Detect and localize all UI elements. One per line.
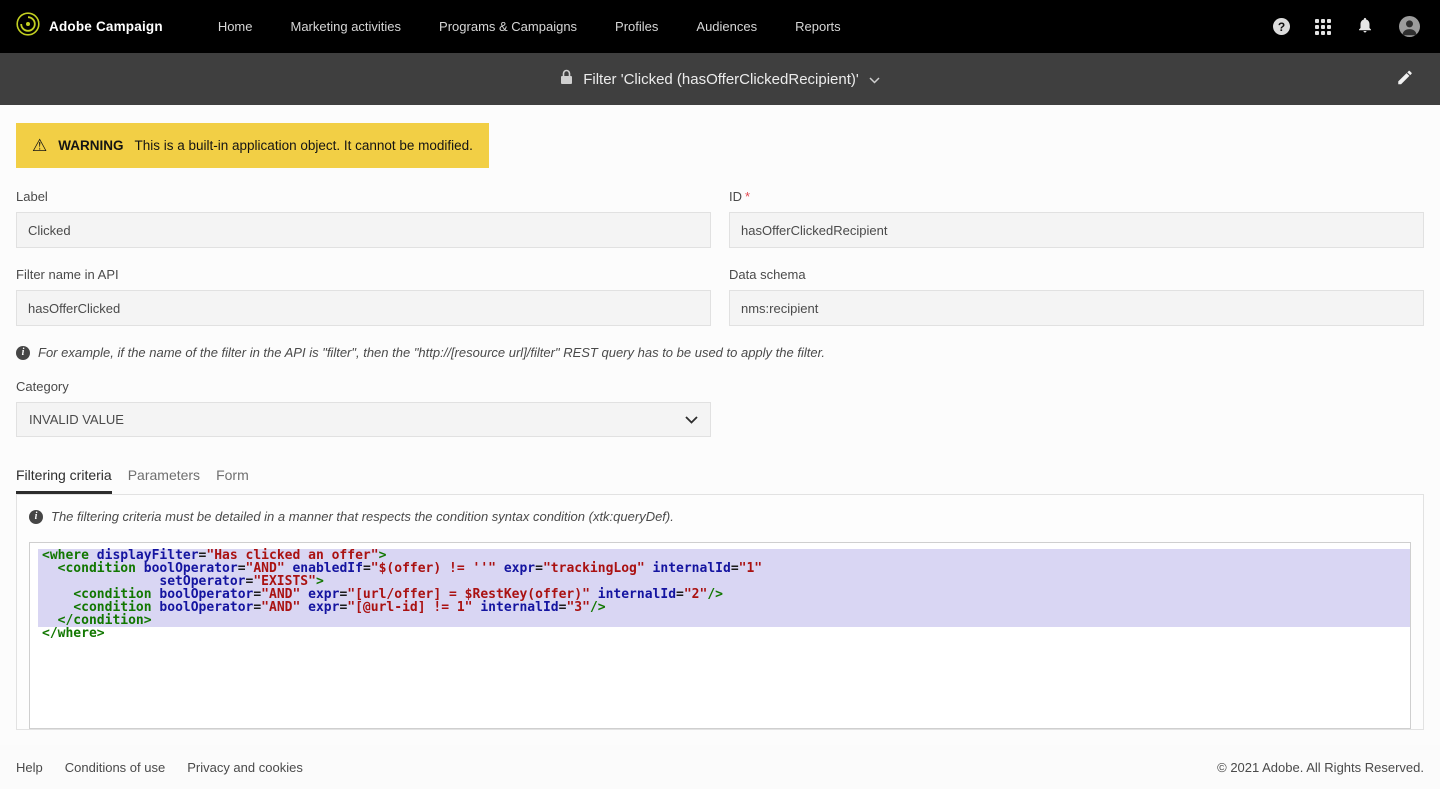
id-field-label: ID* <box>729 189 1424 204</box>
user-avatar-icon <box>1399 16 1420 37</box>
chevron-down-icon <box>685 412 698 427</box>
footer-link-conditions-of-use[interactable]: Conditions of use <box>65 760 165 775</box>
tab-filtering-criteria[interactable]: Filtering criteria <box>16 463 112 494</box>
code-line: </where> <box>38 627 1410 640</box>
code-editor[interactable]: <where displayFilter="Has clicked an off… <box>29 542 1411 729</box>
warning-banner: ⚠ WARNING This is a built-in application… <box>16 123 489 168</box>
nav-item-programs-campaigns[interactable]: Programs & Campaigns <box>439 19 577 34</box>
footer-links: Help Conditions of use Privacy and cookies <box>16 760 303 775</box>
lock-icon <box>560 69 573 89</box>
data-schema-field: Data schema <box>729 267 1424 326</box>
data-schema-input[interactable] <box>729 290 1424 326</box>
nav-item-profiles[interactable]: Profiles <box>615 19 658 34</box>
data-schema-field-label: Data schema <box>729 267 1424 282</box>
nav-item-home[interactable]: Home <box>218 19 253 34</box>
bell-icon <box>1356 16 1374 37</box>
required-asterisk: * <box>745 189 750 204</box>
api-note-text: For example, if the name of the filter i… <box>38 345 825 360</box>
criteria-note: i The filtering criteria must be detaile… <box>29 509 1411 524</box>
filtering-criteria-panel: i The filtering criteria must be detaile… <box>16 494 1424 730</box>
api-name-field: Filter name in API <box>16 267 711 326</box>
help-icon: ? <box>1273 18 1290 35</box>
api-note: i For example, if the name of the filter… <box>16 345 1424 360</box>
adobe-campaign-logo <box>16 12 40 41</box>
label-input[interactable] <box>16 212 711 248</box>
category-field: Category INVALID VALUE <box>16 379 711 437</box>
info-icon: i <box>16 346 30 360</box>
warning-message: This is a built-in application object. I… <box>135 138 473 153</box>
nav-item-marketing-activities[interactable]: Marketing activities <box>291 19 402 34</box>
code-line: <condition boolOperator="AND" expr="[@ur… <box>38 601 1410 614</box>
help-button[interactable]: ? <box>1273 18 1290 35</box>
api-name-input[interactable] <box>16 290 711 326</box>
apps-grid-icon <box>1315 19 1331 35</box>
filter-title-dropdown[interactable]: Filter 'Clicked (hasOfferClickedRecipien… <box>560 69 880 89</box>
nav-item-audiences[interactable]: Audiences <box>696 19 757 34</box>
subheader: Filter 'Clicked (hasOfferClickedRecipien… <box>0 53 1440 105</box>
nav-item-reports[interactable]: Reports <box>795 19 841 34</box>
pencil-icon <box>1396 75 1414 90</box>
category-field-label: Category <box>16 379 711 394</box>
tab-bar: Filtering criteria Parameters Form <box>16 463 1424 494</box>
category-selected-value: INVALID VALUE <box>29 412 124 427</box>
main-nav: Home Marketing activities Programs & Campa… <box>218 19 841 34</box>
category-select[interactable]: INVALID VALUE <box>16 402 711 437</box>
footer-link-privacy-and-cookies[interactable]: Privacy and cookies <box>187 760 303 775</box>
navbar-icons: ? <box>1273 16 1420 37</box>
criteria-note-text: The filtering criteria must be detailed … <box>51 509 674 524</box>
api-name-field-label: Filter name in API <box>16 267 711 282</box>
main-content: ⚠ WARNING This is a built-in application… <box>0 105 1440 745</box>
edit-button[interactable] <box>1390 68 1420 91</box>
tab-parameters[interactable]: Parameters <box>128 463 200 494</box>
warning-icon: ⚠ <box>32 137 47 154</box>
account-button[interactable] <box>1399 16 1420 37</box>
warning-title: WARNING <box>58 138 123 153</box>
label-field-label: Label <box>16 189 711 204</box>
apps-button[interactable] <box>1315 19 1331 35</box>
info-icon: i <box>29 510 43 524</box>
footer-link-help[interactable]: Help <box>16 760 43 775</box>
label-field: Label <box>16 189 711 248</box>
id-input[interactable] <box>729 212 1424 248</box>
brand-name: Adobe Campaign <box>49 19 163 34</box>
copyright-text: © 2021 Adobe. All Rights Reserved. <box>1217 760 1424 775</box>
page-title: Filter 'Clicked (hasOfferClickedRecipien… <box>583 71 859 88</box>
tab-form[interactable]: Form <box>216 463 249 494</box>
id-field: ID* <box>729 189 1424 248</box>
chevron-down-icon <box>869 71 880 88</box>
filter-form: Label ID* Filter name in API Data schema… <box>16 189 1424 437</box>
brand-home-link[interactable]: Adobe Campaign <box>16 12 163 41</box>
notifications-button[interactable] <box>1356 16 1374 37</box>
code-line: </condition> <box>38 614 1410 627</box>
page-footer: Help Conditions of use Privacy and cookies… <box>0 745 1440 789</box>
top-navbar: Adobe Campaign Home Marketing activities P… <box>0 0 1440 53</box>
